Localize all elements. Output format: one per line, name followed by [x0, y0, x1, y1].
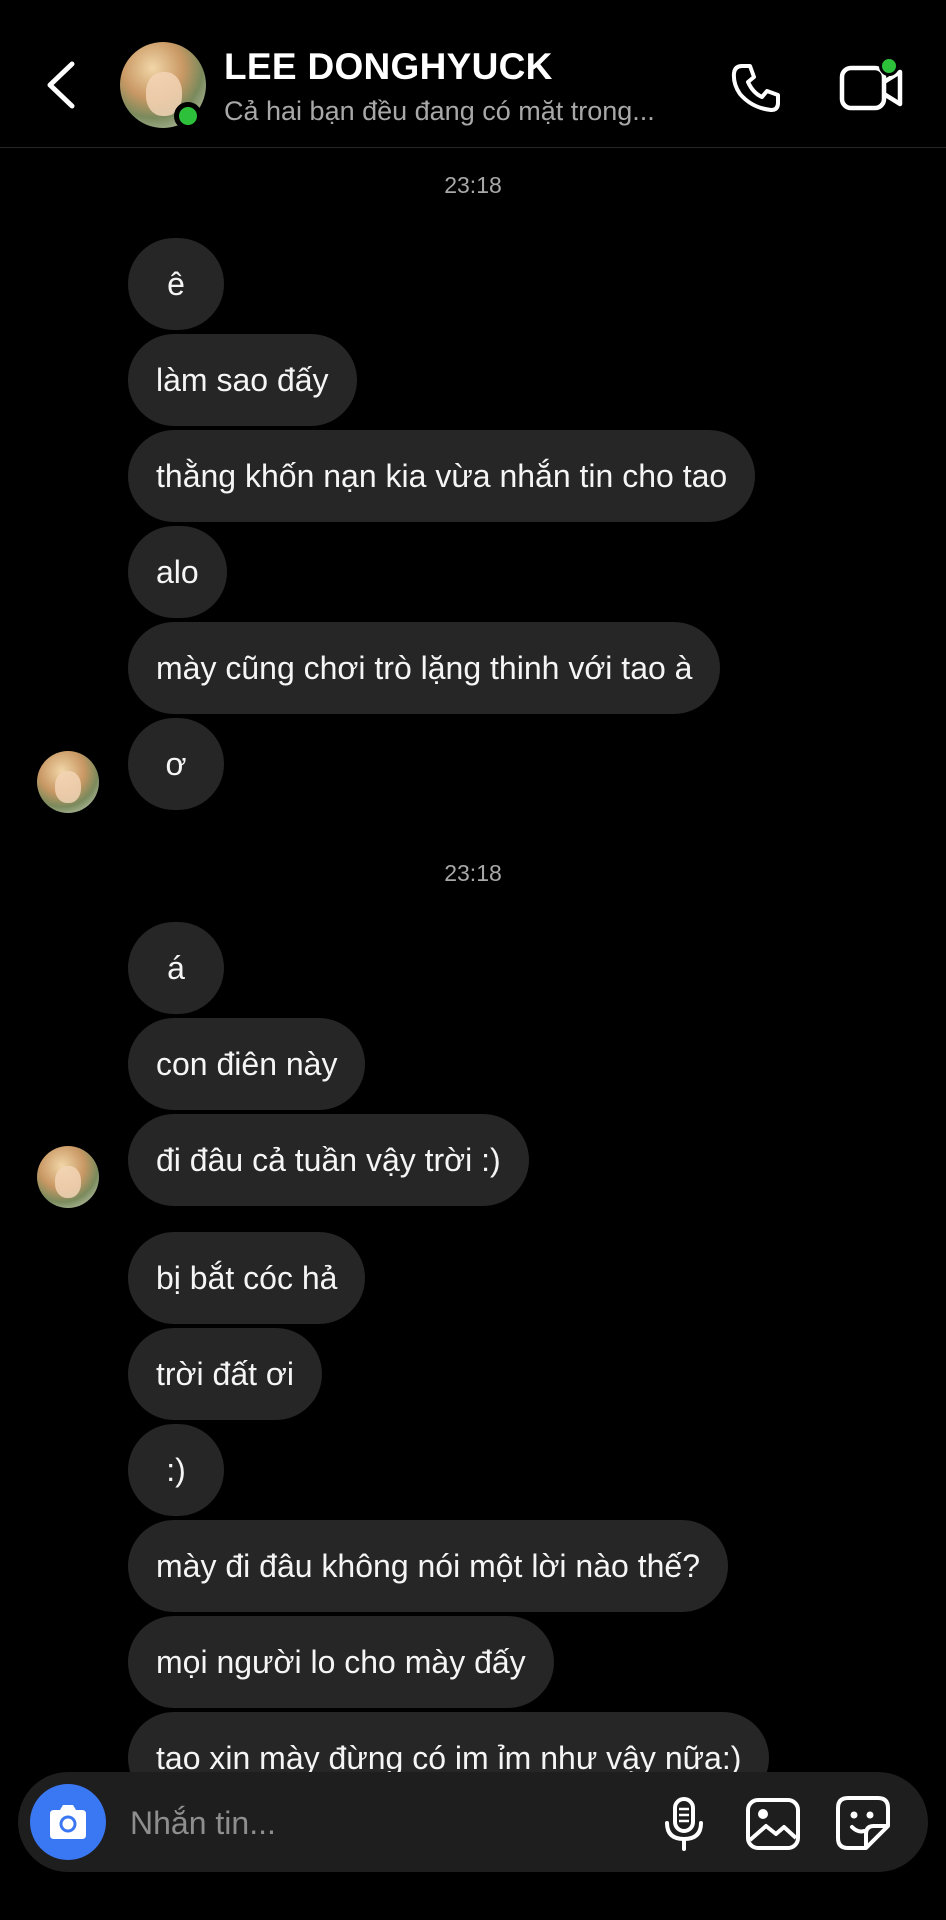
message-bubble[interactable]: bị bắt cóc hả: [128, 1232, 366, 1324]
message-bubble[interactable]: mày cũng chơi trò lặng thinh với tao à: [128, 622, 721, 714]
message-bubble[interactable]: :): [128, 1424, 224, 1516]
message-composer: [18, 1772, 928, 1872]
message-bubble[interactable]: thằng khốn nạn kia vừa nhắn tin cho tao: [128, 430, 756, 522]
message-bubble[interactable]: ê: [128, 238, 224, 330]
message-bubble[interactable]: mọi người lo cho mày đấy: [128, 1616, 554, 1708]
message-bubble[interactable]: á: [128, 922, 224, 1014]
online-indicator: [174, 102, 202, 130]
camera-icon: [50, 1805, 86, 1839]
sender-avatar[interactable]: [37, 1146, 99, 1208]
chevron-left-icon[interactable]: [42, 58, 82, 112]
chat-header: LEE DONGHYUCK Cả hai bạn đều đang có mặt…: [0, 0, 946, 148]
camera-button[interactable]: [30, 1784, 106, 1860]
video-active-indicator: [879, 56, 899, 76]
sticker-icon[interactable]: [834, 1794, 892, 1852]
microphone-icon[interactable]: [658, 1796, 710, 1852]
message-bubble[interactable]: đi đâu cả tuần vậy trời :): [128, 1114, 529, 1206]
image-icon[interactable]: [744, 1796, 802, 1852]
timestamp: 23:18: [444, 172, 502, 198]
timestamp: 23:18: [444, 860, 502, 886]
message-bubble[interactable]: con điên này: [128, 1018, 366, 1110]
message-bubble[interactable]: trời đất ơi: [128, 1328, 322, 1420]
message-bubble[interactable]: alo: [128, 526, 227, 618]
message-input[interactable]: [128, 1798, 632, 1848]
message-bubble[interactable]: ơ: [128, 718, 224, 810]
message-bubble[interactable]: làm sao đấy: [128, 334, 357, 426]
sender-avatar[interactable]: [37, 751, 99, 813]
message-bubble[interactable]: mày đi đâu không nói một lời nào thế?: [128, 1520, 728, 1612]
phone-icon[interactable]: [728, 60, 784, 116]
contact-name[interactable]: LEE DONGHYUCK: [224, 46, 553, 88]
contact-status: Cả hai bạn đều đang có mặt trong...: [224, 96, 655, 126]
